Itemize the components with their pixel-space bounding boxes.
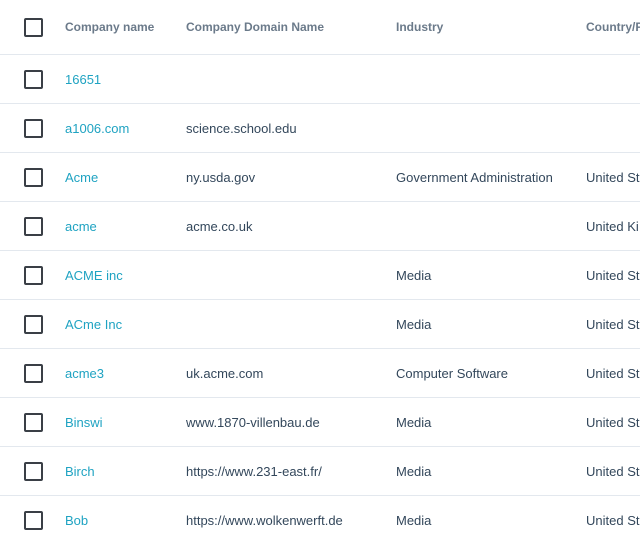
country-cell: United St bbox=[586, 463, 640, 479]
company-name-link[interactable]: acme bbox=[65, 219, 97, 234]
table-row: Binswi www.1870-villenbau.de Media Unite… bbox=[0, 398, 640, 447]
company-name-cell: Birch bbox=[65, 447, 180, 495]
industry-cell: Computer Software bbox=[396, 365, 508, 381]
company-name-cell: Binswi bbox=[65, 398, 180, 446]
domain-cell: ny.usda.gov bbox=[186, 169, 256, 185]
country-cell: United St bbox=[586, 414, 640, 430]
company-name-link[interactable]: a1006.com bbox=[65, 121, 129, 136]
table-row: acme acme.co.uk United Ki bbox=[0, 202, 640, 251]
country-cell: United St bbox=[586, 316, 640, 332]
row-checkbox[interactable] bbox=[24, 461, 43, 481]
row-select-cell bbox=[24, 153, 44, 201]
row-checkbox[interactable] bbox=[24, 412, 43, 432]
row-select-cell bbox=[24, 251, 44, 299]
row-checkbox[interactable] bbox=[24, 363, 43, 383]
company-name-cell: ACme Inc bbox=[65, 300, 180, 348]
country-cell bbox=[586, 55, 640, 103]
company-name-cell: 16651 bbox=[65, 55, 180, 103]
company-name-cell: a1006.com bbox=[65, 104, 180, 152]
row-checkbox[interactable] bbox=[24, 314, 43, 334]
industry-cell: Government Administration bbox=[396, 169, 553, 185]
table-row: 16651 bbox=[0, 55, 640, 104]
column-header-country[interactable]: Country/R bbox=[586, 0, 640, 54]
row-select-cell bbox=[24, 349, 44, 397]
table-row: Birch https://www.231-east.fr/ Media Uni… bbox=[0, 447, 640, 496]
row-checkbox[interactable] bbox=[24, 510, 43, 530]
industry-cell bbox=[396, 55, 581, 103]
industry-cell: Media bbox=[396, 316, 432, 332]
company-name-link[interactable]: Bob bbox=[65, 513, 88, 528]
company-name-cell: ACME inc bbox=[65, 251, 180, 299]
domain-cell: https://www.231-east.fr/ bbox=[186, 463, 322, 479]
row-select-cell bbox=[24, 300, 44, 348]
table-row: a1006.com science.school.edu bbox=[0, 104, 640, 153]
column-header-company-name[interactable]: Company name bbox=[65, 0, 180, 54]
company-name-cell: acme bbox=[65, 202, 180, 250]
country-cell: United St bbox=[586, 169, 640, 185]
domain-cell bbox=[186, 300, 391, 348]
row-checkbox[interactable] bbox=[24, 265, 43, 285]
domain-cell: science.school.edu bbox=[186, 120, 297, 136]
domain-cell: https://www.wolkenwerft.de bbox=[186, 512, 343, 528]
industry-cell: Media bbox=[396, 512, 432, 528]
table-row: Bob https://www.wolkenwerft.de Media Uni… bbox=[0, 496, 640, 542]
row-select-cell bbox=[24, 496, 44, 542]
company-name-link[interactable]: acme3 bbox=[65, 366, 104, 381]
company-name-link[interactable]: ACME inc bbox=[65, 268, 123, 283]
domain-cell: uk.acme.com bbox=[186, 365, 264, 381]
row-checkbox[interactable] bbox=[24, 167, 43, 187]
industry-cell: Media bbox=[396, 267, 432, 283]
select-all-checkbox[interactable] bbox=[24, 17, 43, 37]
column-header-domain[interactable]: Company Domain Name bbox=[186, 0, 391, 54]
row-select-cell bbox=[24, 202, 44, 250]
industry-cell bbox=[396, 104, 581, 152]
row-checkbox[interactable] bbox=[24, 216, 43, 236]
column-header-industry[interactable]: Industry bbox=[396, 0, 581, 54]
row-checkbox[interactable] bbox=[24, 118, 43, 138]
row-select-cell bbox=[24, 104, 44, 152]
company-name-link[interactable]: 16651 bbox=[65, 72, 101, 87]
row-select-cell bbox=[24, 398, 44, 446]
company-name-link[interactable]: Binswi bbox=[65, 415, 103, 430]
row-checkbox[interactable] bbox=[24, 69, 43, 89]
companies-table: Company name Company Domain Name Industr… bbox=[0, 0, 640, 542]
domain-cell bbox=[186, 55, 391, 103]
company-name-link[interactable]: ACme Inc bbox=[65, 317, 122, 332]
domain-cell: acme.co.uk bbox=[186, 218, 253, 234]
country-cell: United St bbox=[586, 512, 640, 528]
table-header-row: Company name Company Domain Name Industr… bbox=[0, 0, 640, 55]
industry-cell bbox=[396, 202, 581, 250]
table-row: ACME inc Media United St bbox=[0, 251, 640, 300]
table-row: Acme ny.usda.gov Government Administrati… bbox=[0, 153, 640, 202]
company-name-link[interactable]: Birch bbox=[65, 464, 95, 479]
table-row: ACme Inc Media United St bbox=[0, 300, 640, 349]
industry-cell: Media bbox=[396, 463, 432, 479]
company-name-cell: acme3 bbox=[65, 349, 180, 397]
company-name-link[interactable]: Acme bbox=[65, 170, 98, 185]
row-select-cell bbox=[24, 447, 44, 495]
company-name-cell: Acme bbox=[65, 153, 180, 201]
select-all-cell bbox=[24, 0, 44, 54]
industry-cell: Media bbox=[396, 414, 432, 430]
country-cell: United Ki bbox=[586, 218, 639, 234]
country-cell bbox=[586, 104, 640, 152]
row-select-cell bbox=[24, 55, 44, 103]
country-cell: United St bbox=[586, 267, 640, 283]
domain-cell: www.1870-villenbau.de bbox=[186, 414, 320, 430]
domain-cell bbox=[186, 251, 391, 299]
table-row: acme3 uk.acme.com Computer Software Unit… bbox=[0, 349, 640, 398]
country-cell: United St bbox=[586, 365, 640, 381]
company-name-cell: Bob bbox=[65, 496, 180, 542]
